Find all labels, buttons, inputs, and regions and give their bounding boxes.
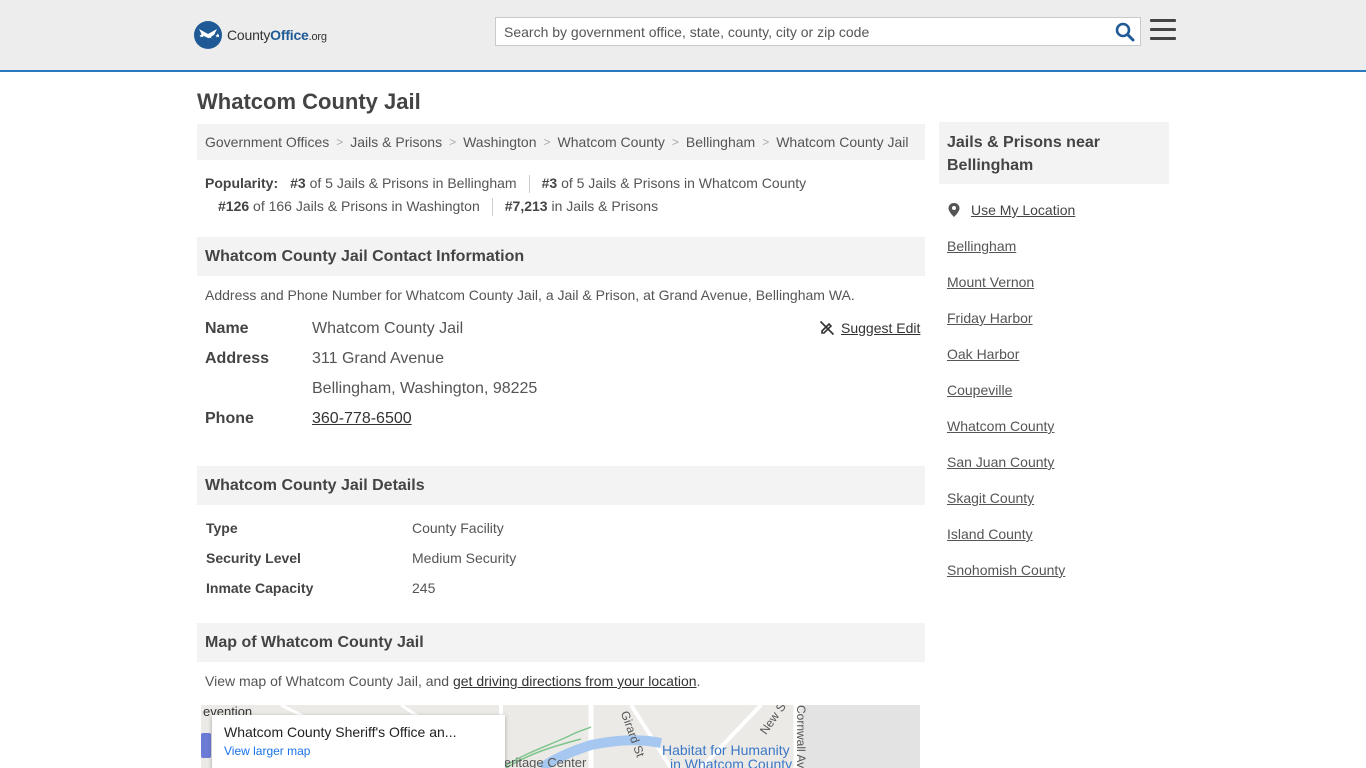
map-desc-prefix: View map of Whatcom County Jail, and bbox=[205, 673, 453, 689]
popularity-label: Popularity: bbox=[205, 175, 279, 191]
map-card-title: Whatcom County Sheriff's Office an... bbox=[224, 724, 457, 740]
chevron-right-icon: > bbox=[671, 135, 679, 149]
embedded-map[interactable]: evention leritage Center Girard St New S… bbox=[201, 705, 920, 768]
detail-label-capacity: Inmate Capacity bbox=[206, 580, 314, 596]
page-title: Whatcom County Jail bbox=[197, 89, 421, 114]
detail-label-security: Security Level bbox=[206, 550, 301, 566]
name-value: Whatcom County Jail bbox=[312, 320, 464, 337]
popularity-rank: #3 bbox=[290, 175, 306, 191]
sidebar-link-snohomish-county[interactable]: Snohomish County bbox=[947, 562, 1065, 578]
popularity-item: #3 of 5 Jails & Prisons in Whatcom Count… bbox=[542, 172, 807, 195]
map-label-heritage: leritage Center bbox=[501, 755, 587, 768]
contact-description: Address and Phone Number for Whatcom Cou… bbox=[205, 287, 855, 303]
popularity-item: #7,213 in Jails & Prisons bbox=[505, 195, 658, 218]
chevron-right-icon: > bbox=[336, 135, 344, 149]
view-larger-map-link[interactable]: View larger map bbox=[224, 744, 493, 758]
sidebar-link-friday-harbor[interactable]: Friday Harbor bbox=[947, 310, 1033, 326]
popularity-panel: Popularity: #3 of 5 Jails & Prisons in B… bbox=[205, 172, 925, 218]
popularity-rank: #126 bbox=[218, 198, 250, 214]
breadcrumb: Government Offices > Jails & Prisons > W… bbox=[197, 124, 925, 160]
map-label-cornwall: Cornwall Ave bbox=[794, 705, 808, 768]
map-info-card: Whatcom County Sheriff's Office an... Vi… bbox=[212, 715, 505, 768]
search-icon[interactable] bbox=[1114, 21, 1136, 43]
popularity-text: of 5 Jails & Prisons in Bellingham bbox=[309, 175, 517, 191]
suggest-edit-link[interactable]: Suggest Edit bbox=[819, 320, 920, 336]
detail-value-security: Medium Security bbox=[412, 550, 517, 566]
detail-value-capacity: 245 bbox=[412, 580, 436, 596]
divider bbox=[528, 174, 530, 193]
sidebar-link-san-juan-county[interactable]: San Juan County bbox=[947, 454, 1054, 470]
popularity-item: #126 of 166 Jails & Prisons in Washingto… bbox=[218, 195, 480, 218]
sidebar-link-oak-harbor[interactable]: Oak Harbor bbox=[947, 346, 1019, 362]
details-heading: Whatcom County Jail Details bbox=[197, 466, 925, 505]
map-desc-suffix: . bbox=[696, 673, 701, 689]
popularity-item: #3 of 5 Jails & Prisons in Bellingham bbox=[290, 172, 516, 195]
popularity-row: Popularity: #3 of 5 Jails & Prisons in B… bbox=[205, 172, 925, 195]
popularity-text: in Jails & Prisons bbox=[551, 198, 659, 214]
map-heading: Map of Whatcom County Jail bbox=[197, 623, 925, 662]
phone-label: Phone bbox=[205, 410, 254, 427]
breadcrumb-washington[interactable]: Washington bbox=[463, 134, 536, 150]
address-line2: Bellingham, Washington, 98225 bbox=[312, 380, 538, 397]
sidebar-heading: Jails & Prisons near Bellingham bbox=[939, 122, 1169, 184]
address-label: Address bbox=[205, 350, 270, 367]
search-input[interactable] bbox=[496, 18, 1106, 45]
sidebar-link-mount-vernon[interactable]: Mount Vernon bbox=[947, 274, 1034, 290]
logo-text-suffix: .org bbox=[308, 31, 327, 43]
sidebar-link-island-county[interactable]: Island County bbox=[947, 526, 1033, 542]
phone-value: 360-778-6500 bbox=[312, 410, 412, 428]
suggest-edit-label: Suggest Edit bbox=[841, 320, 921, 336]
map-poi-line1: Habitat for Humanity bbox=[662, 742, 790, 758]
detail-value-type: County Facility bbox=[412, 520, 504, 536]
phone-link[interactable]: 360-778-6500 bbox=[312, 410, 412, 427]
hamburger-menu-icon[interactable] bbox=[1150, 19, 1176, 43]
sidebar-link-whatcom-county[interactable]: Whatcom County bbox=[947, 418, 1054, 434]
use-my-location-link[interactable]: Use My Location bbox=[947, 202, 1075, 218]
chevron-right-icon: > bbox=[449, 135, 457, 149]
site-logo[interactable]: CountyOffice.org bbox=[194, 21, 327, 49]
popularity-rank: #3 bbox=[541, 175, 558, 191]
breadcrumb-jails-prisons[interactable]: Jails & Prisons bbox=[350, 134, 442, 150]
address-line1: 311 Grand Avenue bbox=[312, 350, 444, 367]
popularity-rank: #7,213 bbox=[504, 198, 548, 214]
sidebar-link-coupeville[interactable]: Coupeville bbox=[947, 382, 1012, 398]
popularity-text: of 5 Jails & Prisons in Whatcom County bbox=[561, 175, 807, 191]
logo-text: CountyOffice.org bbox=[227, 27, 327, 43]
search-box bbox=[495, 17, 1141, 46]
seal-icon bbox=[194, 21, 222, 49]
breadcrumb-current: Whatcom County Jail bbox=[776, 134, 909, 150]
breadcrumb-whatcom-county[interactable]: Whatcom County bbox=[558, 134, 665, 150]
logo-text-main: County bbox=[227, 27, 271, 43]
logo-text-accent: Office bbox=[270, 27, 309, 43]
contact-heading: Whatcom County Jail Contact Information bbox=[197, 237, 925, 276]
popularity-text: of 166 Jails & Prisons in Washington bbox=[253, 198, 480, 214]
driving-directions-link[interactable]: get driving directions from your locatio… bbox=[453, 673, 697, 689]
edit-off-icon bbox=[819, 320, 835, 336]
site-header: CountyOffice.org bbox=[0, 0, 1366, 72]
sidebar-link-skagit-county[interactable]: Skagit County bbox=[947, 490, 1034, 506]
map-description: View map of Whatcom County Jail, and get… bbox=[205, 673, 700, 689]
divider bbox=[491, 197, 493, 216]
breadcrumb-government-offices[interactable]: Government Offices bbox=[205, 134, 329, 150]
chevron-right-icon: > bbox=[762, 135, 770, 149]
popularity-row: #126 of 166 Jails & Prisons in Washingto… bbox=[205, 195, 925, 218]
detail-label-type: Type bbox=[206, 520, 238, 536]
sidebar-link-bellingham[interactable]: Bellingham bbox=[947, 238, 1016, 254]
chevron-right-icon: > bbox=[543, 135, 551, 149]
map-poi-line2: in Whatcom County bbox=[670, 756, 793, 768]
use-my-location-label: Use My Location bbox=[971, 202, 1076, 218]
name-label: Name bbox=[205, 320, 249, 337]
map-pin-icon bbox=[948, 203, 960, 217]
breadcrumb-bellingham[interactable]: Bellingham bbox=[686, 134, 755, 150]
